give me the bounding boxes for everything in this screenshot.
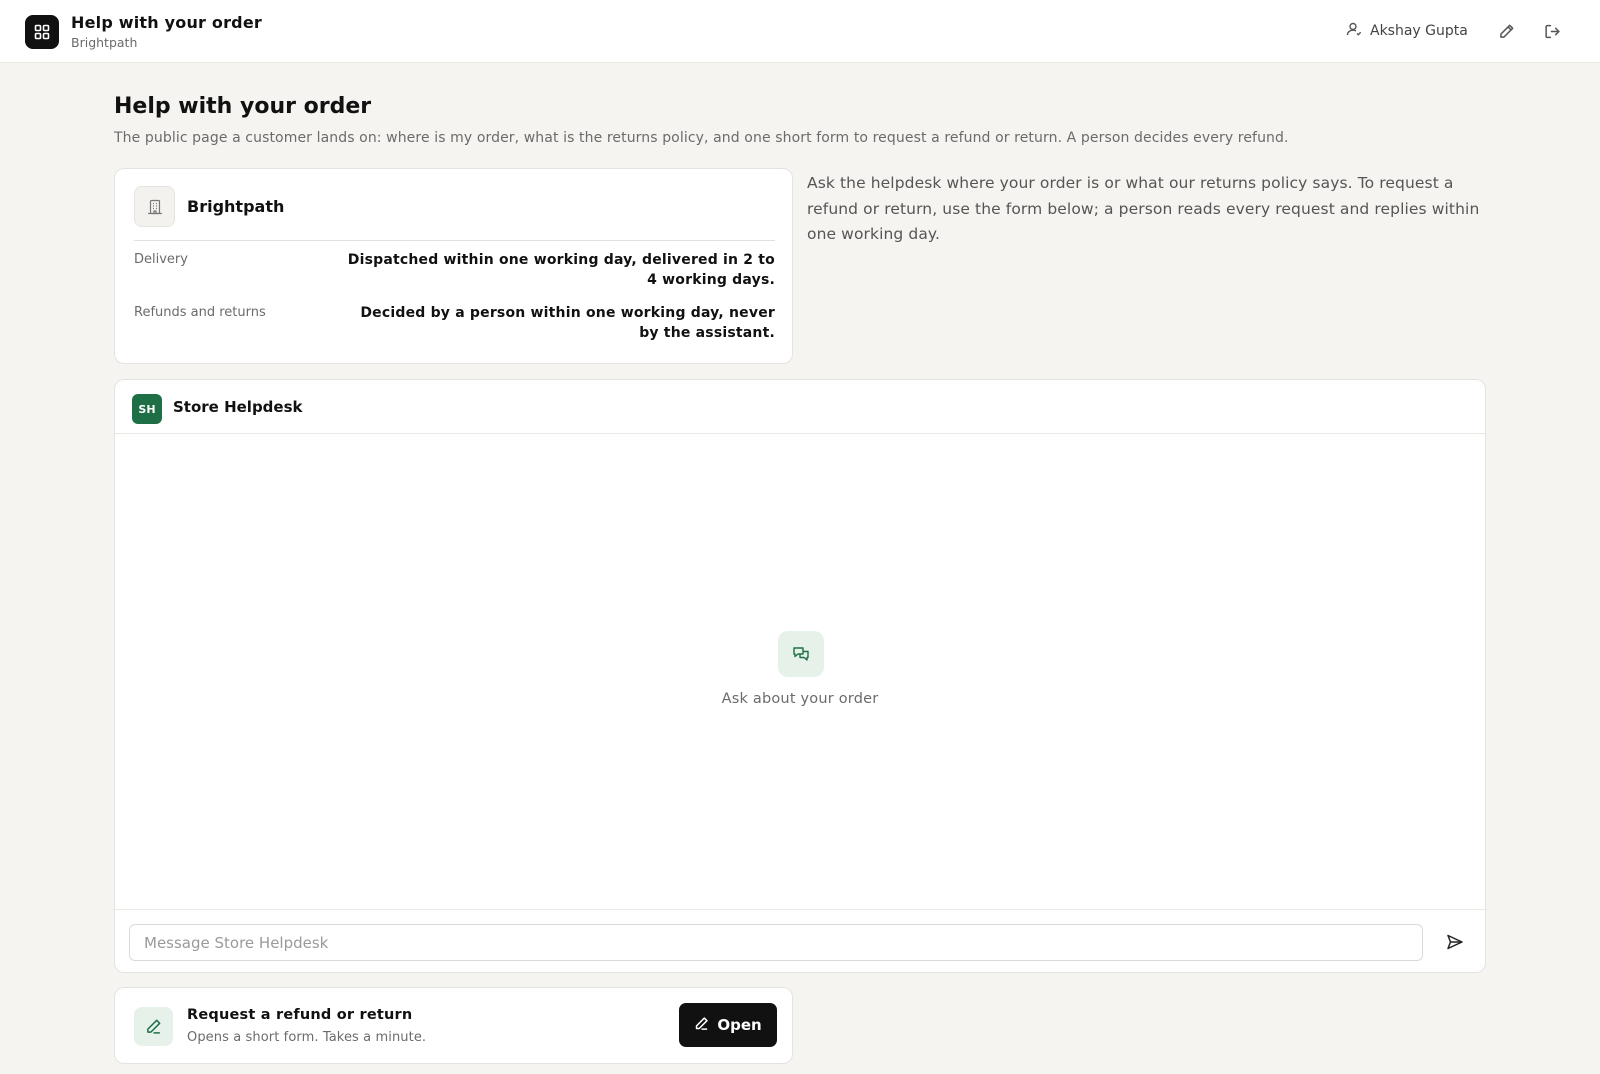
refund-subtitle: Opens a short form. Takes a minute.: [187, 1030, 427, 1045]
empty-state-text: Ask about your order: [721, 691, 879, 707]
refunds-label: Refunds and returns: [134, 305, 266, 320]
chat-header: SH Store Helpdesk: [115, 380, 1485, 434]
chat-bubbles-icon: [778, 631, 824, 677]
logout-icon[interactable]: [1540, 19, 1564, 43]
refunds-value: Decided by a person within one working d…: [360, 305, 775, 341]
open-button-label: Open: [717, 1016, 762, 1034]
helpdesk-intro-text: Ask the helpdesk where your order is or …: [807, 174, 1480, 243]
bot-name: Store Helpdesk: [173, 398, 303, 416]
page-description: The public page a customer lands on: whe…: [114, 130, 1289, 146]
pencil-icon: [694, 1016, 709, 1035]
edit-icon[interactable]: [1494, 19, 1518, 43]
pencil-icon: [134, 1007, 173, 1046]
app-grid-icon[interactable]: [25, 15, 59, 49]
user-name: Akshay Gupta: [1370, 23, 1468, 39]
divider: [134, 240, 775, 241]
store-info-card: Brightpath Delivery Dispatched within on…: [114, 168, 793, 364]
bot-avatar: SH: [132, 394, 162, 424]
user-icon: [1346, 21, 1362, 41]
app-title: Help with your order: [71, 13, 262, 32]
send-icon[interactable]: [1442, 929, 1468, 955]
refund-title: Request a refund or return: [187, 1007, 413, 1023]
message-input[interactable]: [129, 924, 1423, 961]
open-refund-form-button[interactable]: Open: [679, 1003, 777, 1047]
delivery-row: Delivery Dispatched within one working d…: [134, 250, 775, 294]
refund-request-card: Request a refund or return Opens a short…: [114, 987, 793, 1064]
user-menu[interactable]: Akshay Gupta: [1346, 21, 1468, 41]
message-composer: [115, 909, 1485, 973]
top-bar: Help with your order Brightpath Akshay G…: [0, 0, 1600, 63]
delivery-value: Dispatched within one working day, deliv…: [347, 252, 775, 288]
delivery-label: Delivery: [134, 252, 188, 267]
building-icon: [134, 186, 175, 227]
store-name: Brightpath: [187, 197, 285, 216]
chat-panel: SH Store Helpdesk Ask about your order: [114, 379, 1486, 973]
app-subtitle: Brightpath: [71, 35, 138, 50]
page-title: Help with your order: [114, 94, 372, 119]
refunds-row: Refunds and returns Decided by a person …: [134, 303, 775, 347]
